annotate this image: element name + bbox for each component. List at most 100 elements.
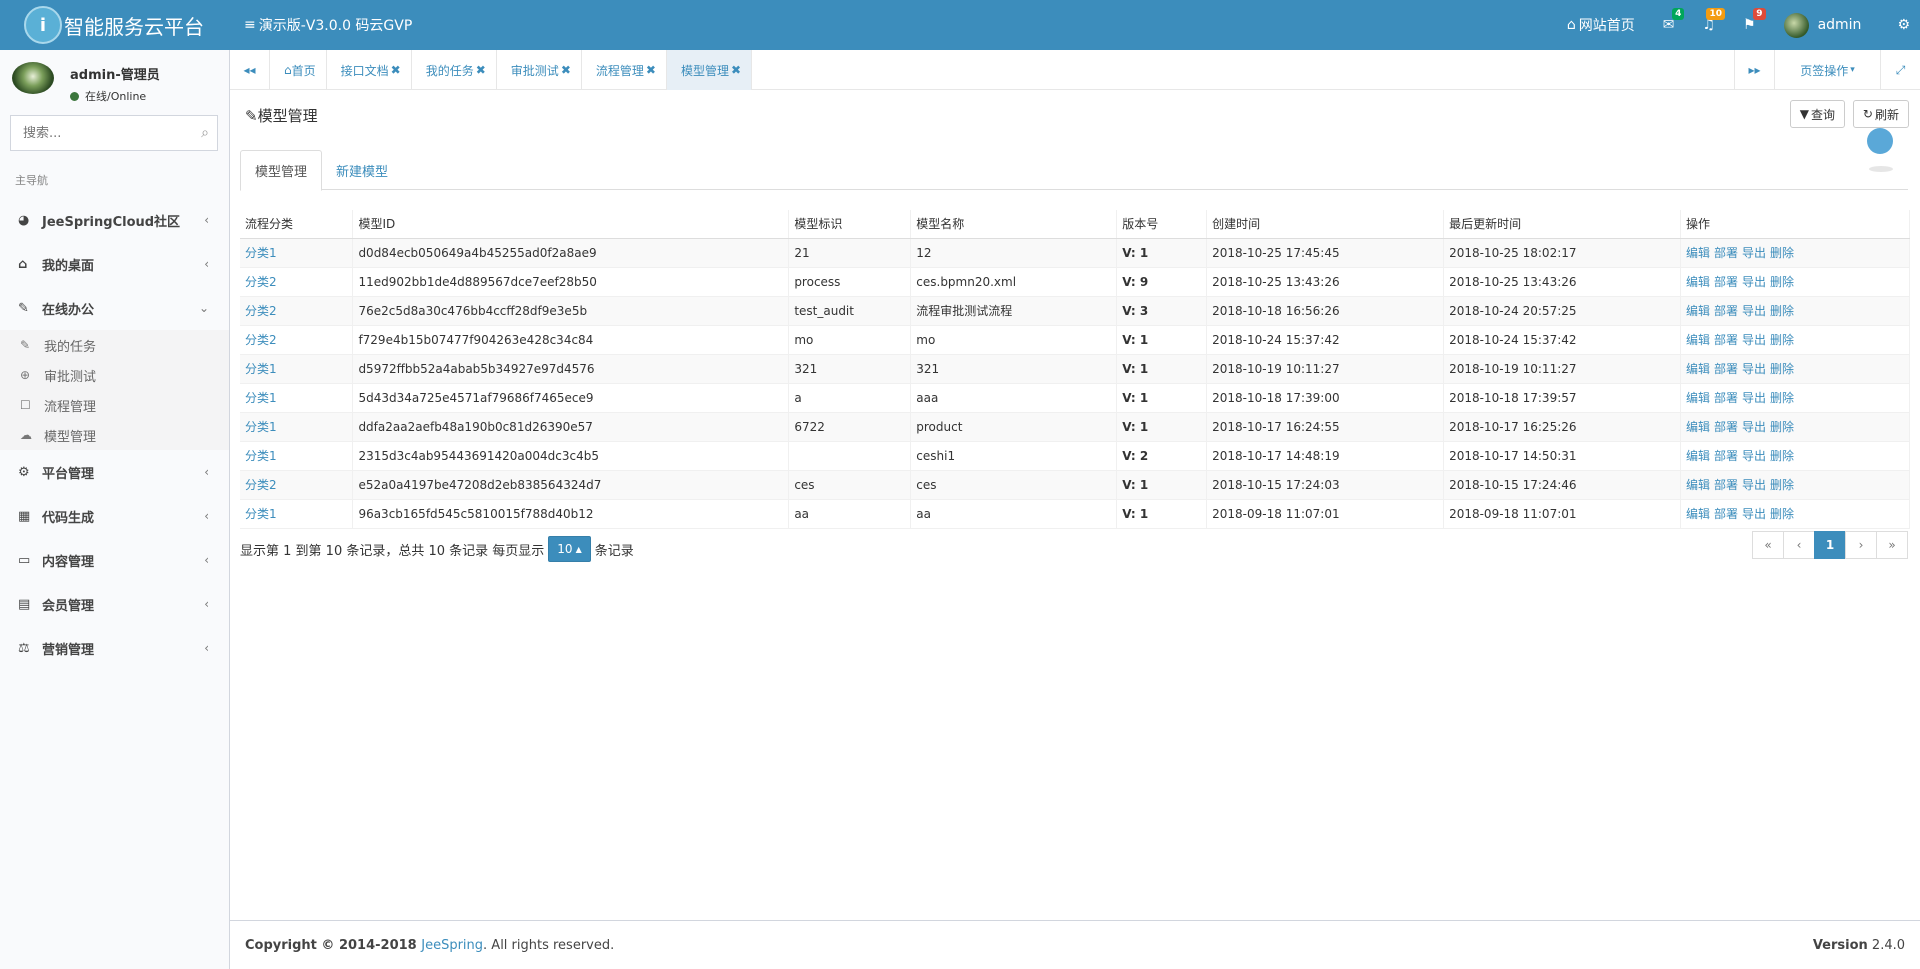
sidebar-item-office[interactable]: ✎ 在线办公 ⌄: [0, 286, 229, 330]
tab-api-docs[interactable]: 接口文档 ✖: [327, 50, 412, 90]
sidebar-item-community[interactable]: ◕ JeeSpringCloud社区 ‹: [0, 198, 229, 242]
tabs-scroll-left-button[interactable]: ◂◂: [230, 50, 270, 90]
sidebar-toggle[interactable]: ≡ 演示版-V3.0.0 码云GVP: [244, 0, 412, 50]
column-header[interactable]: 创建时间: [1206, 210, 1445, 239]
column-header[interactable]: 模型ID: [352, 210, 790, 239]
delete-link[interactable]: 删除: [1770, 246, 1794, 260]
export-link[interactable]: 导出: [1742, 420, 1766, 434]
delete-link[interactable]: 删除: [1770, 420, 1794, 434]
category-link[interactable]: 分类2: [245, 275, 277, 289]
query-button[interactable]: ▼ 查询: [1789, 100, 1845, 128]
tab-model-list[interactable]: 模型管理: [240, 150, 323, 191]
sidebar-item-content[interactable]: ▭ 内容管理 ‹: [0, 538, 229, 582]
deploy-link[interactable]: 部署: [1714, 362, 1738, 376]
page-button-current[interactable]: 1: [1814, 531, 1846, 559]
refresh-button[interactable]: ↻ 刷新: [1852, 100, 1909, 128]
category-link[interactable]: 分类1: [245, 449, 277, 463]
settings-button[interactable]: ⚙: [1887, 0, 1920, 50]
export-link[interactable]: 导出: [1742, 304, 1766, 318]
export-link[interactable]: 导出: [1742, 362, 1766, 376]
category-link[interactable]: 分类1: [245, 420, 277, 434]
sidebar-item-desktop[interactable]: ⌂ 我的桌面 ‹: [0, 242, 229, 286]
brand-link[interactable]: JeeSpring: [421, 938, 483, 953]
column-header[interactable]: 最后更新时间: [1443, 210, 1681, 239]
delete-link[interactable]: 删除: [1770, 304, 1794, 318]
delete-link[interactable]: 删除: [1770, 449, 1794, 463]
delete-link[interactable]: 删除: [1770, 333, 1794, 347]
export-link[interactable]: 导出: [1742, 507, 1766, 521]
tab-operations-dropdown[interactable]: 页签操作 ▾: [1774, 50, 1880, 90]
export-link[interactable]: 导出: [1742, 275, 1766, 289]
edit-link[interactable]: 编辑: [1686, 449, 1710, 463]
column-header[interactable]: 流程分类: [240, 210, 354, 239]
deploy-link[interactable]: 部署: [1714, 420, 1738, 434]
user-menu[interactable]: admin: [1770, 0, 1888, 50]
export-link[interactable]: 导出: [1742, 391, 1766, 405]
logo[interactable]: i 智能服务云平台: [0, 0, 230, 50]
edit-link[interactable]: 编辑: [1686, 507, 1710, 521]
messages-button[interactable]: ✉ 4: [1649, 0, 1689, 50]
tab-model-mgmt[interactable]: 模型管理 ✖: [666, 50, 753, 90]
tab-approval-test[interactable]: 审批测试 ✖: [497, 50, 582, 90]
tasks-button[interactable]: ⚑ 9: [1729, 0, 1770, 50]
deploy-link[interactable]: 部署: [1714, 333, 1738, 347]
sidebar-subitem-model-mgmt[interactable]: ☁ 模型管理: [0, 420, 229, 450]
prev-page-button[interactable]: ‹: [1783, 531, 1815, 559]
deploy-link[interactable]: 部署: [1714, 478, 1738, 492]
close-icon[interactable]: ✖: [391, 63, 401, 77]
edit-link[interactable]: 编辑: [1686, 420, 1710, 434]
tab-new-model[interactable]: 新建模型: [322, 150, 402, 190]
deploy-link[interactable]: 部署: [1714, 507, 1738, 521]
close-icon[interactable]: ✖: [561, 63, 571, 77]
category-link[interactable]: 分类1: [245, 391, 277, 405]
delete-link[interactable]: 删除: [1770, 478, 1794, 492]
deploy-link[interactable]: 部署: [1714, 304, 1738, 318]
category-link[interactable]: 分类1: [245, 246, 277, 260]
deploy-link[interactable]: 部署: [1714, 246, 1738, 260]
edit-link[interactable]: 编辑: [1686, 362, 1710, 376]
close-icon[interactable]: ✖: [476, 63, 486, 77]
first-page-button[interactable]: «: [1752, 531, 1784, 559]
last-page-button[interactable]: »: [1876, 531, 1908, 559]
delete-link[interactable]: 删除: [1770, 391, 1794, 405]
sidebar-item-codegen[interactable]: ▦ 代码生成 ‹: [0, 494, 229, 538]
sidebar-subitem-my-tasks[interactable]: ✎ 我的任务: [0, 330, 229, 360]
search-icon[interactable]: ⌕: [193, 125, 217, 141]
deploy-link[interactable]: 部署: [1714, 391, 1738, 405]
tab-process-mgmt[interactable]: 流程管理 ✖: [582, 50, 667, 90]
column-header[interactable]: 版本号: [1116, 210, 1208, 239]
website-home-link[interactable]: ⌂ 网站首页: [1553, 0, 1649, 50]
edit-link[interactable]: 编辑: [1686, 304, 1710, 318]
deploy-link[interactable]: 部署: [1714, 275, 1738, 289]
sidebar-item-members[interactable]: ▤ 会员管理 ‹: [0, 582, 229, 626]
export-link[interactable]: 导出: [1742, 449, 1766, 463]
export-link[interactable]: 导出: [1742, 246, 1766, 260]
export-link[interactable]: 导出: [1742, 478, 1766, 492]
sidebar-subitem-process-mgmt[interactable]: ☐ 流程管理: [0, 390, 229, 420]
close-icon[interactable]: ✖: [646, 63, 656, 77]
delete-link[interactable]: 删除: [1770, 507, 1794, 521]
search-input[interactable]: [11, 116, 193, 150]
next-page-button[interactable]: ›: [1845, 531, 1877, 559]
deploy-link[interactable]: 部署: [1714, 449, 1738, 463]
edit-link[interactable]: 编辑: [1686, 478, 1710, 492]
sidebar-subitem-approval-test[interactable]: ⊕ 审批测试: [0, 360, 229, 390]
notifications-button[interactable]: ♫ 10: [1688, 0, 1729, 50]
delete-link[interactable]: 删除: [1770, 275, 1794, 289]
category-link[interactable]: 分类2: [245, 304, 277, 318]
page-size-dropdown[interactable]: 10 ▲: [548, 536, 591, 562]
online-status[interactable]: 在线/Online: [70, 88, 146, 104]
close-icon[interactable]: ✖: [731, 63, 741, 77]
edit-link[interactable]: 编辑: [1686, 391, 1710, 405]
delete-link[interactable]: 删除: [1770, 362, 1794, 376]
tabs-scroll-right-button[interactable]: ▸▸: [1734, 50, 1774, 90]
edit-link[interactable]: 编辑: [1686, 275, 1710, 289]
edit-link[interactable]: 编辑: [1686, 246, 1710, 260]
column-header[interactable]: 操作: [1680, 210, 1911, 239]
category-link[interactable]: 分类2: [245, 478, 277, 492]
edit-link[interactable]: 编辑: [1686, 333, 1710, 347]
sidebar-item-marketing[interactable]: ⚖ 营销管理 ‹: [0, 626, 229, 670]
export-link[interactable]: 导出: [1742, 333, 1766, 347]
category-link[interactable]: 分类1: [245, 362, 277, 376]
tab-my-tasks[interactable]: 我的任务 ✖: [412, 50, 497, 90]
